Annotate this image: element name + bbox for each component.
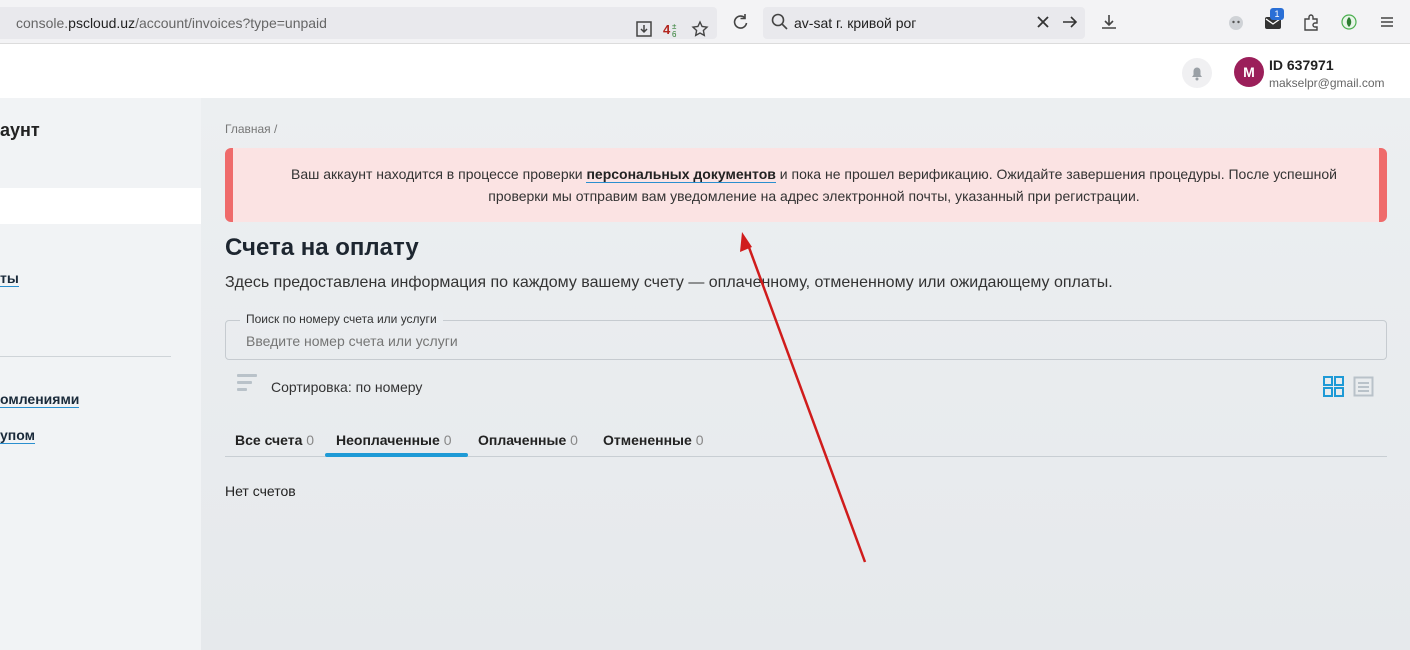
- browser-search-box[interactable]: av-sat г. кривой рог: [763, 7, 1085, 39]
- page-description: Здесь предоставлена информация по каждом…: [225, 274, 1113, 291]
- sidebar: аунт ты омлениями упом: [0, 98, 201, 650]
- sidebar-item-selected[interactable]: [0, 188, 201, 224]
- download-page-icon[interactable]: [635, 20, 653, 38]
- url-text[interactable]: console.pscloud.uz/account/invoices?type…: [16, 15, 327, 31]
- search-input[interactable]: [246, 333, 1346, 349]
- tab-paid[interactable]: Оплаченные 0: [478, 432, 578, 448]
- verification-alert: Ваш аккаунт находится в процессе проверк…: [225, 148, 1387, 222]
- sort-dropdown[interactable]: Сортировка: по номеру: [271, 379, 422, 395]
- address-bar[interactable]: console.pscloud.uz/account/invoices?type…: [0, 7, 717, 39]
- sidebar-item-notifications[interactable]: омлениями: [0, 391, 80, 408]
- svg-text:6: 6: [672, 30, 677, 38]
- sidebar-item-access[interactable]: упом: [0, 427, 35, 444]
- star-icon[interactable]: [691, 20, 709, 38]
- main-content: Главная / Ваш аккаунт находится в процес…: [201, 98, 1410, 650]
- clear-icon[interactable]: [1033, 12, 1053, 32]
- notifications-button[interactable]: [1182, 58, 1212, 88]
- svg-text:4: 4: [663, 22, 671, 37]
- user-email: makselpr@gmail.com: [1269, 76, 1385, 90]
- tab-all[interactable]: Все счета 0: [235, 432, 314, 448]
- bell-icon: [1192, 67, 1202, 81]
- search-icon: [770, 12, 790, 32]
- extension-badge: 1: [1270, 8, 1284, 20]
- empty-state-text: Нет счетов: [225, 483, 296, 499]
- sidebar-title: аунт: [0, 120, 40, 140]
- sort-icon[interactable]: [237, 374, 259, 396]
- breadcrumb[interactable]: Главная /: [225, 122, 277, 136]
- tab-cancelled[interactable]: Отмененные 0: [603, 432, 703, 448]
- avatar[interactable]: M: [1234, 57, 1264, 87]
- translate-icon[interactable]: 4 ±6: [663, 20, 681, 39]
- extensions-puzzle-icon[interactable]: [1301, 12, 1321, 32]
- go-arrow-icon[interactable]: [1060, 12, 1080, 32]
- reload-icon[interactable]: [730, 12, 750, 32]
- user-id[interactable]: ID 637971: [1269, 57, 1334, 73]
- menu-icon[interactable]: [1377, 12, 1397, 32]
- extension-cat-icon[interactable]: [1226, 12, 1246, 32]
- search-legend: Поиск по номеру счета или услуги: [240, 312, 443, 326]
- sidebar-divider: [0, 356, 171, 357]
- invoice-search-field[interactable]: Поиск по номеру счета или услуги: [225, 312, 1387, 360]
- browser-toolbar: console.pscloud.uz/account/invoices?type…: [0, 0, 1410, 44]
- invoice-tabs: Все счета 0 Неоплаченные 0 Оплаченные 0 …: [225, 424, 1387, 457]
- active-tab-indicator: [325, 453, 468, 457]
- downloads-icon[interactable]: [1099, 12, 1119, 32]
- site-header: M ID 637971 makselpr@gmail.com: [0, 45, 1410, 98]
- page-title: Счета на оплату: [225, 234, 419, 261]
- list-view-icon[interactable]: [1353, 376, 1374, 397]
- browser-search-text[interactable]: av-sat г. кривой рог: [794, 15, 916, 31]
- documents-link[interactable]: персональных документов: [586, 166, 776, 183]
- extension-leaf-icon[interactable]: [1339, 12, 1359, 32]
- alert-text: Ваш аккаунт находится в процессе проверк…: [291, 166, 1337, 204]
- sidebar-item-payments[interactable]: ты: [0, 270, 19, 287]
- tab-unpaid[interactable]: Неоплаченные 0: [336, 432, 452, 448]
- grid-view-icon[interactable]: [1323, 376, 1344, 397]
